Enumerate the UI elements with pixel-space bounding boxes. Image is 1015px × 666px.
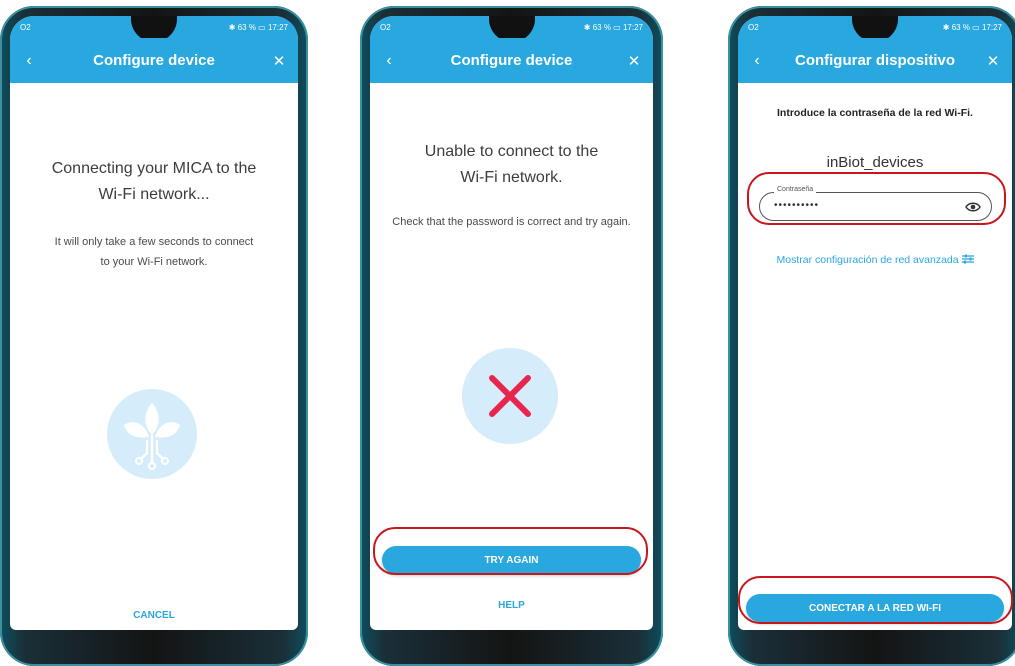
phone-frame-error: O2 ✱ 63 % ▭ 17:27 ‹ Configure device ✕ U… (360, 6, 663, 666)
phone-frame-password: O2 ✱ 63 % ▭ 17:27 ‹ Configurar dispositi… (728, 6, 1015, 666)
chevron-left-icon: ‹ (386, 51, 392, 69)
status-right: ✱ 63 % ▭ 17:27 (228, 22, 288, 32)
connect-wifi-button[interactable]: CONECTAR A LA RED WI-FI (746, 594, 1004, 622)
eye-icon[interactable] (965, 201, 981, 213)
page-title: Configurar dispositivo (794, 52, 955, 69)
status-time: 17:27 (622, 22, 643, 32)
screen-error: O2 ✱ 63 % ▭ 17:27 ‹ Configure device ✕ U… (370, 16, 653, 630)
password-field-label: Contraseña (774, 186, 817, 193)
password-field[interactable]: Contraseña •••••••••• (759, 186, 992, 221)
app-bar: ‹ Configure device ✕ (10, 38, 298, 83)
app-bar: ‹ Configure device ✕ (370, 38, 653, 83)
status-right: ✱ 63 % ▭ 17:27 (583, 22, 643, 32)
connecting-heading: Connecting your MICA to the Wi-Fi networ… (51, 160, 257, 203)
password-instruction: Introduce la contraseña de la red Wi-Fi. (777, 107, 973, 119)
advanced-network-link[interactable]: Mostrar configuración de red avanzada (738, 254, 1012, 266)
status-battery: 63 % (951, 22, 970, 32)
status-carrier: O2 (20, 22, 31, 32)
plant-circuit-icon (124, 403, 180, 470)
advanced-network-link-text: Mostrar configuración de red avanzada (776, 254, 959, 266)
chevron-left-icon: ‹ (26, 51, 32, 69)
error-icon-circle (462, 348, 558, 444)
status-time: 17:27 (981, 22, 1002, 32)
close-button[interactable]: ✕ (976, 38, 1010, 83)
screen-password: O2 ✱ 63 % ▭ 17:27 ‹ Configurar dispositi… (738, 16, 1012, 630)
try-again-button[interactable]: TRY AGAIN (382, 546, 641, 574)
chevron-left-icon: ‹ (754, 51, 760, 69)
help-button[interactable]: HELP (370, 600, 653, 611)
close-icon: ✕ (986, 52, 1000, 70)
close-icon: ✕ (272, 52, 286, 70)
progress-icon-circle (107, 389, 197, 479)
status-right: ✱ 63 % ▭ 17:27 (942, 22, 1002, 32)
page-title: Configure device (450, 52, 573, 69)
page-title: Configure device (93, 52, 215, 69)
status-time: 17:27 (267, 22, 288, 32)
password-input[interactable]: •••••••••• (774, 200, 819, 211)
screen-connecting: O2 ✱ 63 % ▭ 17:27 ‹ Configure device ✕ C… (10, 16, 298, 630)
close-button[interactable]: ✕ (617, 38, 651, 83)
sliders-icon (961, 254, 974, 264)
connecting-subtext: It will only take a few seconds to conne… (54, 236, 254, 268)
status-carrier: O2 (380, 22, 391, 32)
app-bar: ‹ Configurar dispositivo ✕ (738, 38, 1012, 83)
error-subtext: Check that the password is correct and t… (392, 216, 631, 228)
status-battery: 63 % (237, 22, 256, 32)
back-button[interactable]: ‹ (12, 38, 46, 83)
back-button[interactable]: ‹ (740, 38, 774, 83)
error-heading: Unable to connect to the Wi-Fi network. (424, 143, 599, 186)
status-carrier: O2 (748, 22, 759, 32)
close-icon: ✕ (627, 52, 641, 70)
cancel-button[interactable]: CANCEL (10, 610, 298, 621)
network-name: inBiot_devices (826, 154, 924, 171)
back-button[interactable]: ‹ (372, 38, 406, 83)
phone-frame-connecting: O2 ✱ 63 % ▭ 17:27 ‹ Configure device ✕ C… (0, 6, 308, 666)
status-battery: 63 % (592, 22, 611, 32)
x-mark-icon (489, 375, 531, 417)
close-button[interactable]: ✕ (262, 38, 296, 83)
